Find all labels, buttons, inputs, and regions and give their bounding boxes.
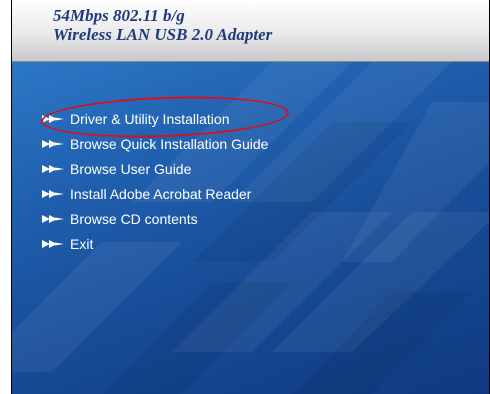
- menu-item-browse-user-guide[interactable]: Browse User Guide: [42, 156, 268, 181]
- menu-item-label: Driver & Utility Installation: [70, 110, 230, 127]
- menu-item-label: Browse Quick Installation Guide: [70, 135, 269, 152]
- product-title-line2: Wireless LAN USB 2.0 Adapter: [53, 25, 273, 44]
- menu-item-driver-utility-installation[interactable]: Driver & Utility Installation: [42, 106, 268, 131]
- menu-item-browse-quick-installation-guide[interactable]: Browse Quick Installation Guide: [42, 131, 268, 156]
- arrow-right-icon: [42, 214, 64, 224]
- menu-item-label: Exit: [70, 235, 94, 252]
- main-menu: Driver & Utility Installation Browse Qui…: [42, 106, 268, 256]
- arrow-right-icon: [42, 139, 64, 149]
- menu-item-label: Browse User Guide: [70, 160, 192, 177]
- menu-item-label: Install Adobe Acrobat Reader: [70, 185, 252, 202]
- header-banner: 54Mbps 802.11 b/g Wireless LAN USB 2.0 A…: [12, 0, 489, 62]
- arrow-right-icon: [42, 189, 64, 199]
- installer-window: 54Mbps 802.11 b/g Wireless LAN USB 2.0 A…: [11, 0, 490, 394]
- arrow-right-icon: [42, 114, 64, 124]
- menu-item-label: Browse CD contents: [70, 210, 198, 227]
- arrow-right-icon: [42, 239, 64, 249]
- menu-item-browse-cd-contents[interactable]: Browse CD contents: [42, 206, 268, 231]
- arrow-right-icon: [42, 164, 64, 174]
- product-title-line1: 54Mbps 802.11 b/g: [53, 6, 185, 25]
- menu-panel: Driver & Utility Installation Browse Qui…: [12, 62, 489, 394]
- menu-item-exit[interactable]: Exit: [42, 231, 268, 256]
- menu-item-install-adobe-acrobat-reader[interactable]: Install Adobe Acrobat Reader: [42, 181, 268, 206]
